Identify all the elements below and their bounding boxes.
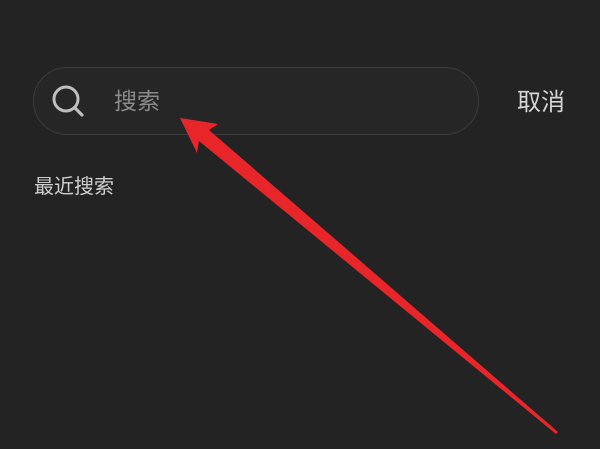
search-icon [52,85,84,117]
cancel-button[interactable]: 取消 [503,78,579,126]
search-screen: 取消 最近搜索 [0,0,600,449]
search-input[interactable] [114,82,454,122]
recent-searches-title: 最近搜索 [34,174,114,198]
search-bar[interactable] [33,67,479,135]
